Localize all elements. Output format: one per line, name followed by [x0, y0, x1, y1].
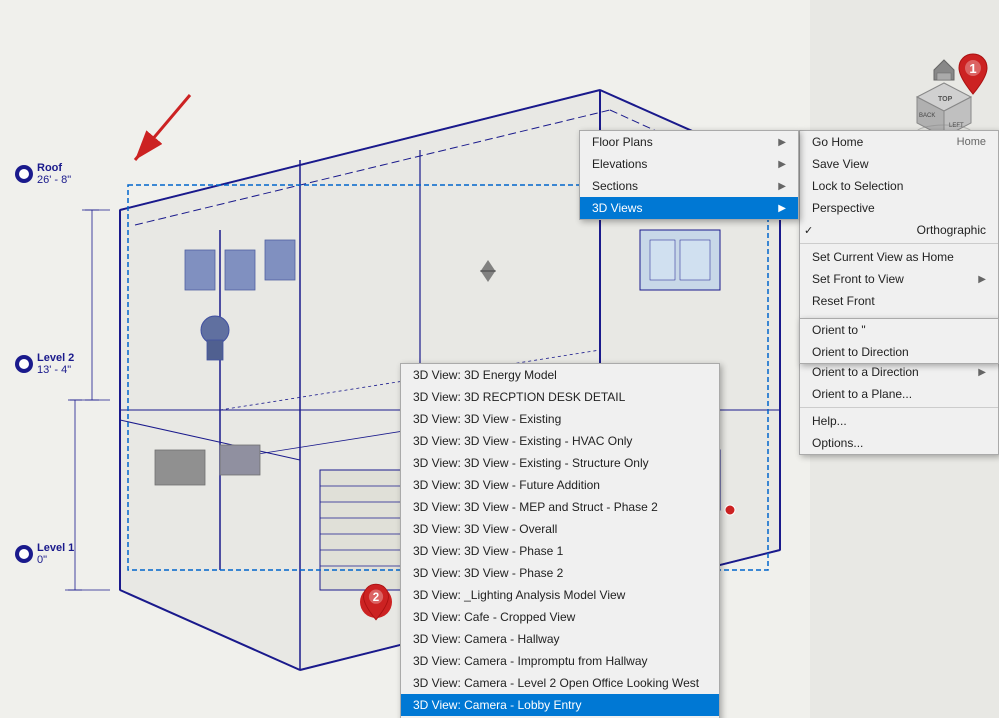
orient-direction-submenu: Orient to " Orient to Direction [799, 318, 999, 364]
view-item-reception-detail[interactable]: 3D View: 3D RECP​TION DESK DETAIL [401, 386, 719, 408]
svg-text:1: 1 [969, 61, 976, 76]
orient-to-view-submenu: Floor Plans ▶ Elevations ▶ Sections ▶ 3D… [579, 130, 799, 220]
menu-item-save-view[interactable]: Save View [800, 153, 998, 175]
pin-marker-2: 2 [360, 586, 392, 618]
svg-text:TOP: TOP [938, 96, 953, 103]
menu-item-orient-plane[interactable]: Orient to a Plane... [800, 383, 998, 405]
pin-marker-1: 1 [955, 52, 987, 92]
submenu-elevations[interactable]: Elevations ▶ [580, 153, 798, 175]
menu-item-perspective[interactable]: Perspective [800, 197, 998, 219]
view-item-phase1[interactable]: 3D View: 3D View - Phase 1 [401, 540, 719, 562]
menu-separator-1 [800, 243, 998, 244]
view-item-impromptu[interactable]: 3D View: Camera - Impromptu from Hallway [401, 650, 719, 672]
view-item-hallway[interactable]: 3D View: Camera - Hallway [401, 628, 719, 650]
view-item-existing-structure[interactable]: 3D View: 3D View - Existing - Structure … [401, 452, 719, 474]
view-item-cafe-cropped[interactable]: 3D View: Cafe - Cropped View [401, 606, 719, 628]
orient-to-item[interactable]: Orient to " [800, 319, 998, 341]
view-item-existing[interactable]: 3D View: 3D View - Existing [401, 408, 719, 430]
main-viewport: Roof 26' - 8" Level 2 13' - 4" Level 1 0… [0, 0, 999, 718]
floor-plans-arrow: ▶ [778, 137, 786, 148]
view-item-mep-struct[interactable]: 3D View: 3D View - MEP and Struct - Phas… [401, 496, 719, 518]
views-list-submenu: 3D View: 3D Energy Model 3D View: 3D REC… [400, 363, 720, 718]
view-item-energy-model[interactable]: 3D View: 3D Energy Model [401, 364, 719, 386]
menu-item-orthographic[interactable]: Orthographic [800, 219, 998, 241]
svg-text:2: 2 [373, 592, 379, 604]
red-arrow-annotation [90, 85, 220, 188]
menu-item-set-front[interactable]: Set Front to View ▶ [800, 268, 998, 290]
submenu-floor-plans[interactable]: Floor Plans ▶ [580, 131, 798, 153]
submenu-3d-views[interactable]: 3D Views ▶ [580, 197, 798, 219]
orient-direction-arrow: ▶ [978, 367, 986, 378]
view-item-overall[interactable]: 3D View: 3D View - Overall [401, 518, 719, 540]
view-item-existing-hvac[interactable]: 3D View: 3D View - Existing - HVAC Only [401, 430, 719, 452]
view-item-phase2[interactable]: 3D View: 3D View - Phase 2 [401, 562, 719, 584]
menu-item-reset-front[interactable]: Reset Front [800, 290, 998, 312]
3d-views-arrow: ▶ [778, 203, 786, 214]
menu-item-help[interactable]: Help... [800, 410, 998, 432]
set-front-arrow: ▶ [978, 274, 986, 285]
menu-item-lock-to-selection[interactable]: Lock to Selection [800, 175, 998, 197]
view-item-future-addition[interactable]: 3D View: 3D View - Future Addition [401, 474, 719, 496]
view-item-level2-open-office[interactable]: 3D View: Camera - Level 2 Open Office Lo… [401, 672, 719, 694]
orient-direction-item[interactable]: Orient to Direction [800, 341, 998, 363]
view-item-lobby-entry[interactable]: 3D View: Camera - Lobby Entry [401, 694, 719, 716]
menu-item-orient-direction[interactable]: Orient to a Direction ▶ [800, 361, 998, 383]
menu-item-set-current-home[interactable]: Set Current View as Home [800, 246, 998, 268]
view-item-lighting-analysis[interactable]: 3D View: _Lighting Analysis Model View [401, 584, 719, 606]
svg-text:BACK: BACK [919, 113, 935, 119]
menu-item-go-home[interactable]: Go Home Home [800, 131, 998, 153]
elevations-arrow: ▶ [778, 159, 786, 170]
menu-separator-3 [800, 407, 998, 408]
context-menu: Go Home Home Save View Lock to Selection… [799, 130, 999, 455]
sections-arrow: ▶ [778, 181, 786, 192]
menu-item-options[interactable]: Options... [800, 432, 998, 454]
submenu-sections[interactable]: Sections ▶ [580, 175, 798, 197]
